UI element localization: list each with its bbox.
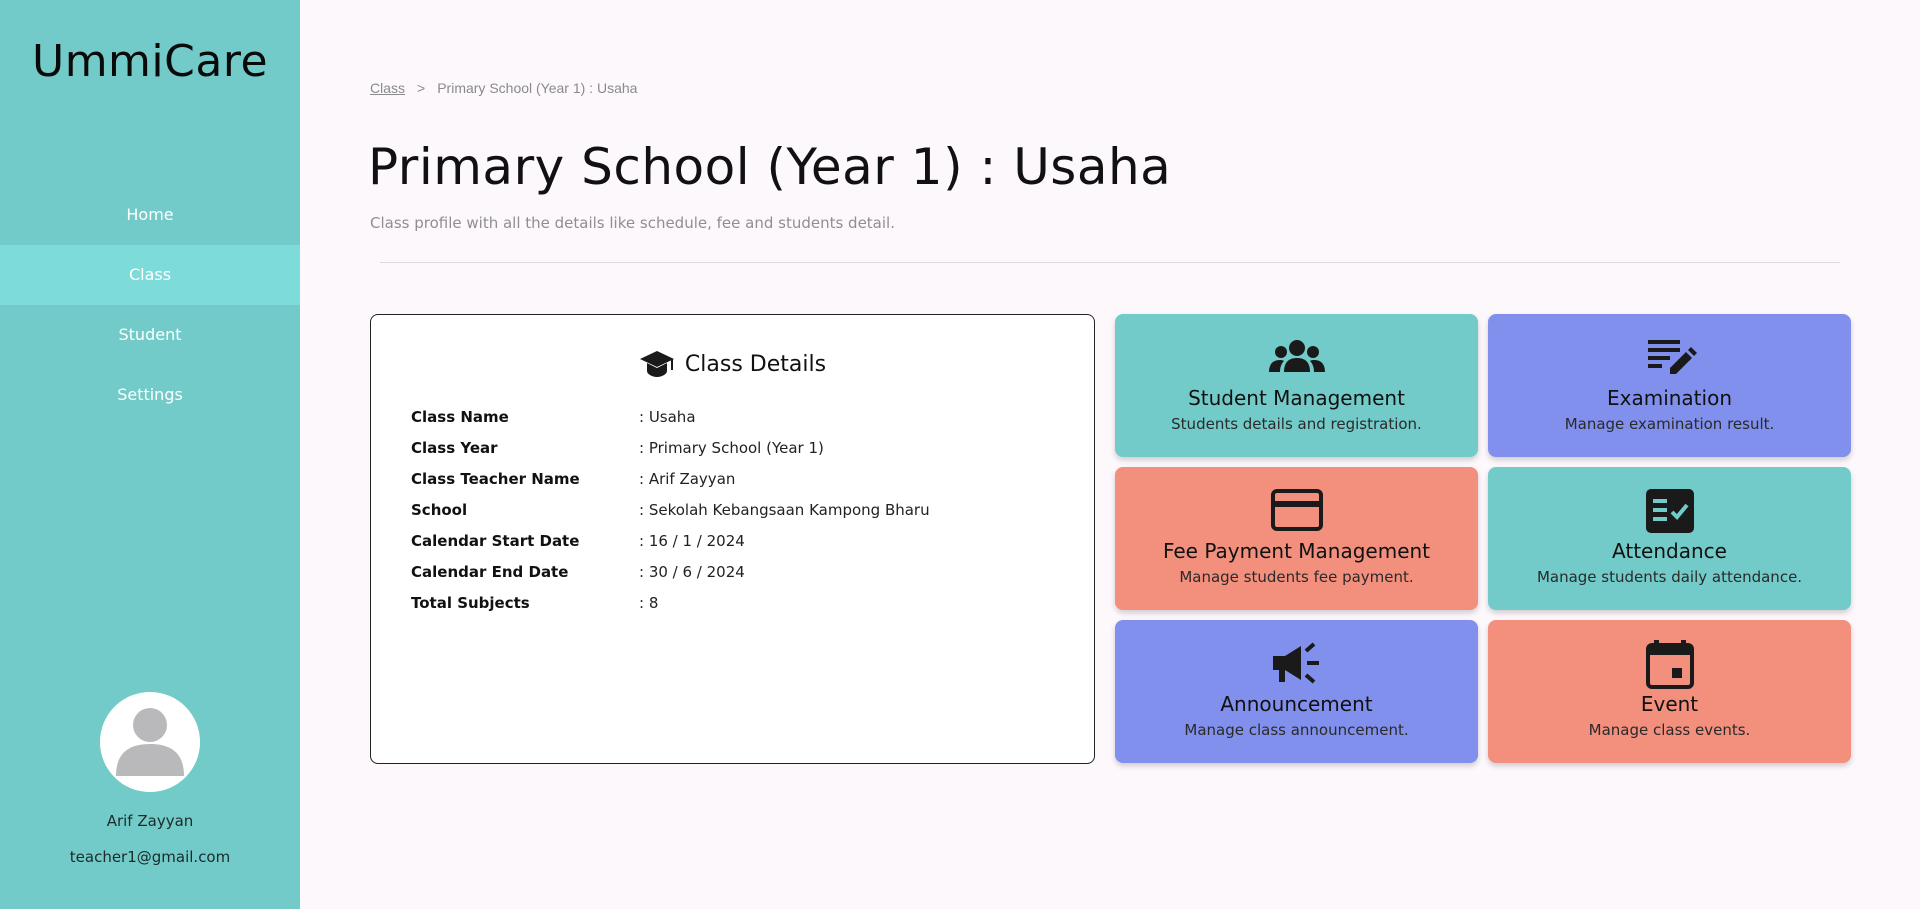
divider [380, 262, 1840, 263]
detail-label: Calendar Start Date [411, 531, 580, 550]
class-details-header: Class Details [371, 349, 1094, 379]
calendar-event-icon [1645, 640, 1694, 689]
sidebar-item-home[interactable]: Home [0, 185, 300, 245]
tile-title: Student Management [1188, 386, 1405, 410]
edit-note-icon [1647, 340, 1697, 374]
announcement-tile[interactable]: Announcement Manage class announcement. [1115, 620, 1478, 763]
class-details-card: Class Details Class Name : Usaha Class Y… [370, 314, 1095, 764]
checklist-icon [1645, 489, 1694, 533]
tile-title: Fee Payment Management [1162, 539, 1431, 563]
detail-row-end-date: Calendar End Date : 30 / 6 / 2024 [411, 556, 930, 587]
tile-description: Manage students daily attendance. [1536, 568, 1803, 586]
class-details-title: Class Details [684, 351, 827, 377]
credit-card-icon [1270, 489, 1323, 531]
tile-title: Event [1640, 692, 1699, 716]
sidebar-item-student[interactable]: Student [0, 305, 300, 365]
detail-label: Calendar End Date [411, 562, 569, 581]
detail-row-class-name: Class Name : Usaha [411, 401, 930, 432]
examination-tile[interactable]: Examination Manage examination result. [1488, 314, 1851, 457]
user-name: Arif Zayyan [106, 812, 194, 830]
user-avatar-icon[interactable] [100, 692, 200, 792]
attendance-tile[interactable]: Attendance Manage students daily attenda… [1488, 467, 1851, 610]
detail-row-total-subjects: Total Subjects : 8 [411, 587, 930, 618]
breadcrumb-class-link[interactable]: Class [370, 80, 405, 96]
detail-value: : Usaha [639, 407, 696, 426]
detail-value: : 16 / 1 / 2024 [639, 531, 745, 550]
page-title: Primary School (Year 1) : Usaha [368, 138, 1172, 196]
detail-value: : Arif Zayyan [639, 469, 736, 488]
tile-description: Manage class events. [1588, 721, 1751, 739]
megaphone-icon [1272, 642, 1319, 684]
tile-description: Manage examination result. [1564, 415, 1775, 433]
detail-value: : Primary School (Year 1) [639, 438, 824, 457]
detail-label: Class Year [411, 438, 498, 457]
detail-value: : Sekolah Kebangsaan Kampong Bharu [639, 500, 930, 519]
user-email: teacher1@gmail.com [69, 848, 231, 866]
tile-title: Announcement [1220, 692, 1373, 716]
detail-label: School [411, 500, 468, 519]
detail-label: Class Name [411, 407, 509, 426]
tile-title: Examination [1606, 386, 1732, 410]
detail-row-start-date: Calendar Start Date : 16 / 1 / 2024 [411, 525, 930, 556]
class-details-list: Class Name : Usaha Class Year : Primary … [411, 401, 930, 618]
detail-value: : 8 [639, 593, 659, 612]
tile-description: Students details and registration. [1171, 415, 1422, 433]
tile-description: Manage class announcement. [1184, 721, 1409, 739]
fee-payment-tile[interactable]: Fee Payment Management Manage students f… [1115, 467, 1478, 610]
detail-value: : 30 / 6 / 2024 [639, 562, 745, 581]
detail-row-teacher-name: Class Teacher Name : Arif Zayyan [411, 463, 930, 494]
detail-label: Class Teacher Name [411, 469, 580, 488]
sidebar-item-settings[interactable]: Settings [0, 365, 300, 425]
app-logo[interactable]: UmmiCare [0, 36, 300, 87]
breadcrumb-separator: > [417, 80, 426, 96]
breadcrumb: Class > Primary School (Year 1) : Usaha [370, 80, 637, 96]
sidebar-nav: Home Class Student Settings [0, 185, 300, 425]
detail-row-class-year: Class Year : Primary School (Year 1) [411, 432, 930, 463]
sidebar: UmmiCare Home Class Student Settings Ari… [0, 0, 300, 909]
graduation-cap-icon [639, 351, 674, 377]
tile-title: Attendance [1612, 539, 1727, 563]
sidebar-item-class[interactable]: Class [0, 245, 300, 305]
groups-icon [1268, 340, 1325, 372]
detail-row-school: School : Sekolah Kebangsaan Kampong Bhar… [411, 494, 930, 525]
breadcrumb-current: Primary School (Year 1) : Usaha [437, 80, 638, 96]
student-management-tile[interactable]: Student Management Students details and … [1115, 314, 1478, 457]
detail-label: Total Subjects [411, 593, 530, 612]
tile-description: Manage students fee payment. [1179, 568, 1414, 586]
event-tile[interactable]: Event Manage class events. [1488, 620, 1851, 763]
page-subtitle: Class profile with all the details like … [370, 214, 895, 232]
